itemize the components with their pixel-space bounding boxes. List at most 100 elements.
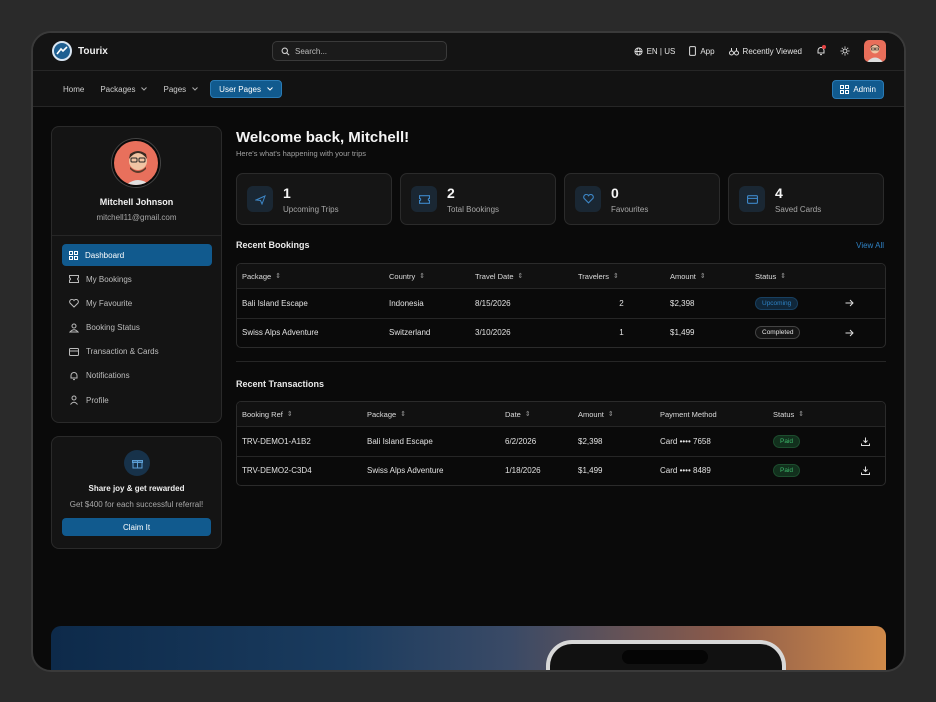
stat-value: 0: [611, 185, 619, 201]
app-link[interactable]: App: [689, 46, 715, 56]
column-header[interactable]: Amount ⇕: [665, 272, 750, 281]
user-status-icon: [69, 323, 79, 333]
column-header[interactable]: Date ⇕: [500, 410, 573, 419]
recently-viewed-link[interactable]: Recently Viewed: [728, 46, 802, 56]
download-icon: [861, 437, 870, 446]
sort-icon: ⇕: [517, 273, 524, 280]
header-label: Status: [755, 271, 777, 281]
app-promo-banner: [51, 626, 886, 670]
header-label: Status: [773, 409, 795, 419]
theme-toggle[interactable]: [840, 46, 850, 56]
column-header[interactable]: Status ⇕: [768, 410, 843, 419]
cell-country: Indonesia: [389, 298, 424, 308]
admin-button[interactable]: Admin: [832, 80, 884, 99]
arrow-right-icon: [845, 299, 854, 307]
nav-item-home[interactable]: Home: [59, 80, 88, 98]
column-header[interactable]: Booking Ref ⇕: [237, 410, 362, 419]
stat-label: Saved Cards: [775, 205, 822, 214]
column-header[interactable]: Travelers ⇕: [573, 272, 665, 281]
sidebar-item-my-favourite[interactable]: My Favourite: [62, 292, 212, 314]
header-label: Country: [389, 271, 416, 281]
stat-card-saved-cards[interactable]: 4 Saved Cards: [728, 173, 884, 225]
plane-icon: [247, 186, 273, 212]
sidebar-item-transaction-cards[interactable]: Transaction & Cards: [62, 341, 212, 363]
search-input[interactable]: Search...: [272, 41, 447, 61]
logo[interactable]: Tourix: [52, 41, 108, 61]
transactions-title: Recent Transactions: [236, 379, 325, 389]
download-button[interactable]: [843, 437, 883, 446]
language-selector[interactable]: EN | US: [634, 46, 676, 56]
notifications-button[interactable]: [816, 45, 826, 56]
table-header: Booking Ref ⇕ Package ⇕ Date ⇕ Amount ⇕ Paym…: [237, 402, 885, 426]
nav-item-user-pages[interactable]: User Pages: [210, 80, 282, 98]
cell-amount: $2,398: [578, 436, 603, 446]
table-header: Package ⇕ Country ⇕ Travel Date ⇕ Travelers…: [237, 264, 885, 288]
download-icon: [861, 466, 870, 476]
stat-value: 1: [283, 185, 291, 201]
stat-card-upcoming-trips[interactable]: 1 Upcoming Trips: [236, 173, 392, 225]
sidebar-item-my-bookings[interactable]: My Bookings: [62, 268, 212, 290]
column-header[interactable]: Status ⇕: [750, 272, 840, 281]
view-all-link[interactable]: View All: [856, 241, 884, 250]
cell-ref: TRV-DEMO2-C3D4: [242, 466, 312, 476]
referral-card: Share joy & get rewarded Get $400 for ea…: [51, 436, 222, 549]
stat-label: Upcoming Trips: [283, 205, 339, 214]
column-header[interactable]: Amount ⇕: [573, 410, 655, 419]
nav-item-packages[interactable]: Packages: [96, 80, 151, 98]
recently-viewed-label: Recently Viewed: [742, 46, 802, 56]
table-row[interactable]: Bali Island Escape Indonesia 8/15/2026 2…: [237, 288, 885, 318]
sidebar-item-notifications[interactable]: Notifications: [62, 365, 212, 387]
cell-payment-method: Card •••• 7658: [660, 436, 711, 446]
page-title: Welcome back, Mitchell!: [236, 129, 410, 146]
cell-amount: $1,499: [670, 328, 695, 338]
stat-card-total-bookings[interactable]: 2 Total Bookings: [400, 173, 556, 225]
stat-value: 4: [775, 185, 783, 201]
admin-label: Admin: [853, 85, 876, 94]
search-placeholder: Search...: [295, 46, 328, 56]
sidebar-item-label: My Favourite: [86, 298, 133, 308]
profile-avatar: [112, 139, 160, 187]
cell-country: Switzerland: [389, 328, 431, 338]
row-action[interactable]: [840, 299, 880, 307]
download-button[interactable]: [843, 466, 883, 476]
cell-travelers: 2: [619, 298, 624, 308]
nav-label: Pages: [163, 84, 187, 94]
sidebar-item-dashboard[interactable]: Dashboard: [62, 244, 212, 266]
cell-status: Upcoming: [750, 296, 840, 310]
cell-date: 3/10/2026: [475, 328, 511, 338]
sidebar-item-booking-status[interactable]: Booking Status: [62, 317, 212, 339]
app-name: Tourix: [78, 45, 108, 57]
bookings-table: Package ⇕ Country ⇕ Travel Date ⇕ Travelers…: [236, 263, 886, 348]
column-header[interactable]: Travel Date ⇕: [470, 272, 573, 281]
row-action[interactable]: [840, 329, 880, 337]
arrow-right-icon: [845, 329, 854, 337]
column-header[interactable]: Package ⇕: [362, 410, 500, 419]
claim-button[interactable]: Claim It: [62, 518, 211, 536]
sort-icon: ⇕: [607, 411, 614, 418]
column-header[interactable]: Package ⇕: [237, 272, 384, 281]
heart-icon: [575, 186, 601, 212]
sidebar-item-profile[interactable]: Profile: [62, 389, 212, 411]
header-label: Payment Method: [660, 409, 717, 419]
column-header[interactable]: Country ⇕: [384, 272, 470, 281]
nav-item-pages[interactable]: Pages: [159, 80, 202, 98]
cell-payment-method: Card •••• 8489: [660, 466, 711, 476]
phone-icon: [689, 46, 697, 56]
notification-dot: [822, 45, 826, 49]
stat-card-favourites[interactable]: 0 Favourites: [564, 173, 720, 225]
table-row[interactable]: TRV-DEMO2-C3D4 Swiss Alps Adventure 1/18…: [237, 455, 885, 486]
language-label: EN | US: [646, 46, 676, 56]
sidebar-item-label: Notifications: [86, 371, 130, 381]
sidebar-item-label: Dashboard: [85, 250, 125, 260]
grid-icon: [840, 85, 850, 94]
header-label: Date: [505, 409, 521, 419]
sort-icon: ⇕: [612, 273, 619, 280]
header-label: Package: [242, 271, 272, 281]
table-row[interactable]: Swiss Alps Adventure Switzerland 3/10/20…: [237, 317, 885, 348]
table-row[interactable]: TRV-DEMO1-A1B2 Bali Island Escape 6/2/20…: [237, 426, 885, 456]
cell-status: Completed: [750, 326, 840, 340]
cell-package: Swiss Alps Adventure: [367, 466, 444, 476]
page-subtitle: Here's what's happening with your trips: [236, 149, 367, 158]
sidebar-item-label: Booking Status: [86, 323, 140, 333]
avatar[interactable]: [864, 40, 886, 62]
